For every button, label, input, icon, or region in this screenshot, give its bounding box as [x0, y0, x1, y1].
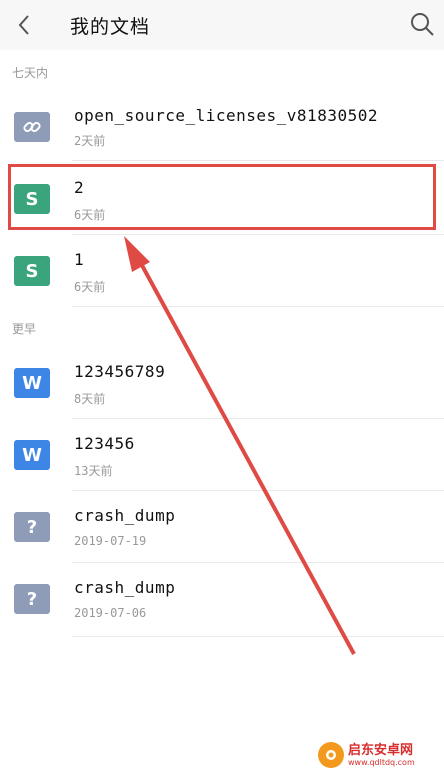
- divider: [72, 160, 444, 161]
- word-doc-icon: W: [14, 440, 50, 470]
- file-name: open_source_licenses_v81830502: [74, 106, 378, 125]
- file-name: 1: [74, 250, 85, 269]
- list-item[interactable]: W 123456789 8天前: [0, 348, 444, 420]
- watermark-logo-icon: [318, 742, 344, 768]
- back-button[interactable]: [10, 10, 40, 40]
- file-time: 8天前: [74, 392, 106, 406]
- list-item[interactable]: W 123456 13天前: [0, 420, 444, 492]
- file-time: 2天前: [74, 134, 106, 148]
- section-label-earlier: 更早: [12, 322, 37, 336]
- watermark-text: 启东安卓网: [348, 742, 414, 758]
- sheet-icon: S: [14, 256, 50, 286]
- file-name: 123456789: [74, 362, 166, 381]
- file-time: 6天前: [74, 280, 106, 294]
- file-time: 13天前: [74, 464, 113, 478]
- divider: [72, 636, 444, 637]
- back-arrow-icon: [18, 15, 29, 35]
- watermark: 启东安卓网 www.qdltdq.com: [318, 738, 438, 772]
- highlight-box: [8, 164, 436, 230]
- search-icon: [411, 13, 434, 36]
- divider: [72, 234, 444, 235]
- file-name: crash_dump: [74, 578, 176, 597]
- divider: [72, 306, 444, 307]
- divider: [72, 418, 444, 419]
- divider: [72, 562, 444, 563]
- app-header: 我的文档: [0, 0, 444, 50]
- unknown-file-icon: ?: [14, 512, 50, 542]
- file-time: 2019-07-19: [74, 534, 147, 548]
- watermark-url: www.qdltdq.com: [348, 757, 415, 767]
- search-button[interactable]: [406, 8, 438, 40]
- file-name: crash_dump: [74, 506, 176, 525]
- word-doc-icon: W: [14, 368, 50, 398]
- list-item[interactable]: ? crash_dump 2019-07-06: [0, 564, 444, 636]
- file-name: 123456: [74, 434, 135, 453]
- unknown-file-icon: ?: [14, 584, 50, 614]
- file-time: 2019-07-06: [74, 606, 147, 620]
- divider: [72, 490, 444, 491]
- list-item[interactable]: ? crash_dump 2019-07-19: [0, 492, 444, 564]
- section-label-recent: 七天内: [12, 66, 49, 80]
- list-item[interactable]: S 1 6天前: [0, 236, 444, 308]
- link-icon: [14, 112, 50, 142]
- list-item[interactable]: open_source_licenses_v81830502 2天前: [0, 92, 444, 164]
- page-title: 我的文档: [70, 16, 151, 38]
